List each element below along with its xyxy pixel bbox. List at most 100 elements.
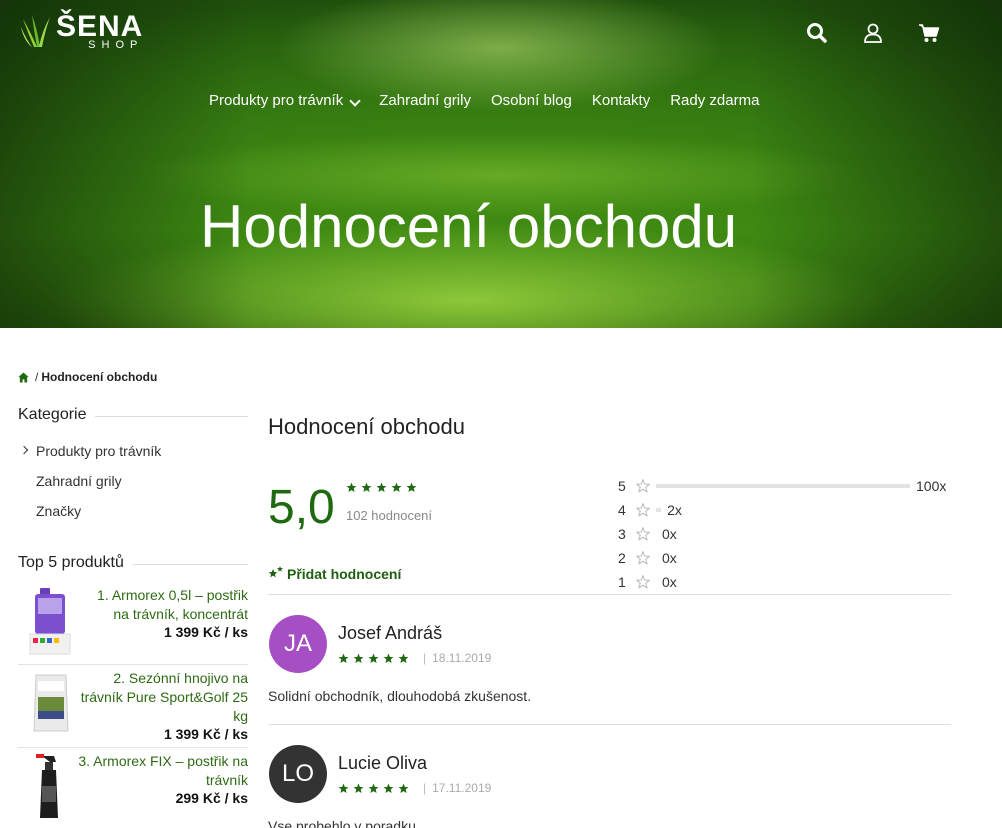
star-filled-icon [338,653,349,663]
star-filled-icon [353,653,364,663]
star-filled-icon [383,653,394,663]
grass-logo-icon [21,14,50,47]
page-title: Hodnocení obchodu [200,193,738,260]
review-stars [338,653,409,664]
nav-label: Produkty pro trávník [209,92,344,109]
average-score: 5,0 [268,481,335,534]
star-filled-icon [391,482,402,492]
product-spray-bottle-image [36,754,58,818]
search-icon[interactable] [806,22,828,44]
categories-title: Kategorie [18,406,87,423]
breadcrumb: / Hodnocení obchodu [18,370,157,384]
distribution-count: 0x [662,550,677,566]
review-date: 17.11.2019 [423,781,491,795]
add-review-button[interactable]: Přidat hodnocení [268,566,401,582]
category-label: Zahradní grily [36,473,122,489]
reviewer-name: Josef Andráš [338,623,443,643]
distribution-count: 0x [662,574,677,590]
nav-item-blog[interactable]: Osobní blog [491,92,572,109]
review-date: 18.11.2019 [423,651,491,665]
product-price: 1 399 Kč / ks [163,624,248,640]
category-label: Produkty pro trávník [36,443,162,459]
top-product-item[interactable]: 3. Armorex FIX – postřik na trávník 299 … [18,748,248,828]
rating-distribution: 5 100x 4 2x 3 0x 2 0x 1 0x [618,474,958,594]
category-item-brands[interactable]: Značky [18,496,248,526]
main-content: Hodnocení obchodu 5,0 102 hodnocení Přid… [268,414,951,828]
product-bottle-image [29,588,71,655]
categories-heading: Kategorie [18,404,248,426]
nav-label: Zahradní grily [379,92,471,109]
category-item-lawn[interactable]: Produkty pro trávník [18,436,248,466]
star-empty-icon [636,575,650,589]
review-list: JA Josef Andráš 18.11.2019 Solidní obchodní… [268,595,951,828]
nav-label: Rady zdarma [670,92,760,109]
star-empty-icon [636,479,650,493]
shop-logo[interactable]: ŠENA SHOP [20,12,143,51]
distribution-level: 5 [618,478,626,494]
nav-item-grills[interactable]: Zahradní grily [379,92,471,109]
home-icon[interactable] [18,371,29,383]
nav-item-contacts[interactable]: Kontakty [592,92,650,109]
star-filled-icon [368,653,379,663]
product-fertilizer-bag-image [33,674,69,732]
distribution-row: 3 0x [618,522,958,546]
star-filled-icon [398,653,409,663]
nav-item-products[interactable]: Produkty pro trávník [209,92,361,109]
hero-banner: ŠENA SHOP Produkty pro trávník Zahradní … [0,0,1002,328]
distribution-level: 3 [618,526,626,542]
review-item: LO Lucie Oliva 17.11.2019 Vse probehlo v po… [268,725,951,828]
rating-summary: 5,0 102 hodnocení Přidat hodnocení 5 100x… [268,440,951,594]
distribution-row: 5 100x [618,474,958,498]
average-stars [346,482,417,493]
top-product-item[interactable]: 1. Armorex 0,5l – postřik na trávník, ko… [18,582,248,665]
category-label: Značky [36,503,82,519]
avatar: JA [269,615,327,673]
product-name[interactable]: 1. Armorex 0,5l – postřik na trávník, ko… [78,586,248,624]
top-products-heading: Top 5 produktů [18,552,248,574]
distribution-count: 2x [667,502,682,518]
star-filled-icon [398,783,409,793]
stars-icon [268,566,283,578]
distribution-bar [656,484,910,488]
star-filled-icon [383,783,394,793]
breadcrumb-current: Hodnocení obchodu [41,370,158,384]
star-empty-icon [636,527,650,541]
distribution-bar [656,508,662,512]
main-nav: Produkty pro trávník Zahradní grily Osob… [209,92,779,109]
review-stars [338,783,409,794]
distribution-level: 2 [618,550,626,566]
distribution-count: 0x [662,526,677,542]
distribution-row: 1 0x [618,570,958,594]
distribution-row: 2 0x [618,546,958,570]
star-filled-icon [353,783,364,793]
category-item-grills[interactable]: Zahradní grily [18,466,248,496]
cart-icon[interactable] [918,22,940,44]
star-filled-icon [346,482,357,492]
top-product-item[interactable]: 2. Sezónní hnojivo na trávník Pure Sport… [18,665,248,748]
chevron-right-icon [19,445,29,455]
review-text: Vse probehlo v poradku [268,818,416,828]
reviewer-name: Lucie Oliva [338,753,428,773]
star-filled-icon [368,783,379,793]
distribution-level: 1 [618,574,626,590]
product-price: 299 Kč / ks [175,790,248,806]
rating-count: 102 hodnocení [346,508,433,523]
product-name[interactable]: 2. Sezónní hnojivo na trávník Pure Sport… [78,669,248,726]
star-empty-icon [636,551,650,565]
add-review-label: Přidat hodnocení [287,566,402,582]
chevron-down-icon [349,94,361,107]
distribution-row: 4 2x [618,498,958,522]
logo-name: ŠENA [56,10,144,43]
sidebar: Kategorie Produkty pro trávník Zahradní … [18,404,248,828]
star-filled-icon [361,482,372,492]
top-products-title: Top 5 produktů [18,554,124,571]
user-icon[interactable] [862,22,884,44]
review-text: Solidní obchodník, dlouhodobá zkušenost. [268,688,532,704]
product-name[interactable]: 3. Armorex FIX – postřik na trávník [78,752,248,790]
reviews-title: Hodnocení obchodu [268,414,465,439]
star-filled-icon [406,482,417,492]
product-price: 1 399 Kč / ks [163,726,248,742]
avatar: LO [269,745,327,803]
nav-item-tips[interactable]: Rady zdarma [670,92,759,109]
star-filled-icon [338,783,349,793]
